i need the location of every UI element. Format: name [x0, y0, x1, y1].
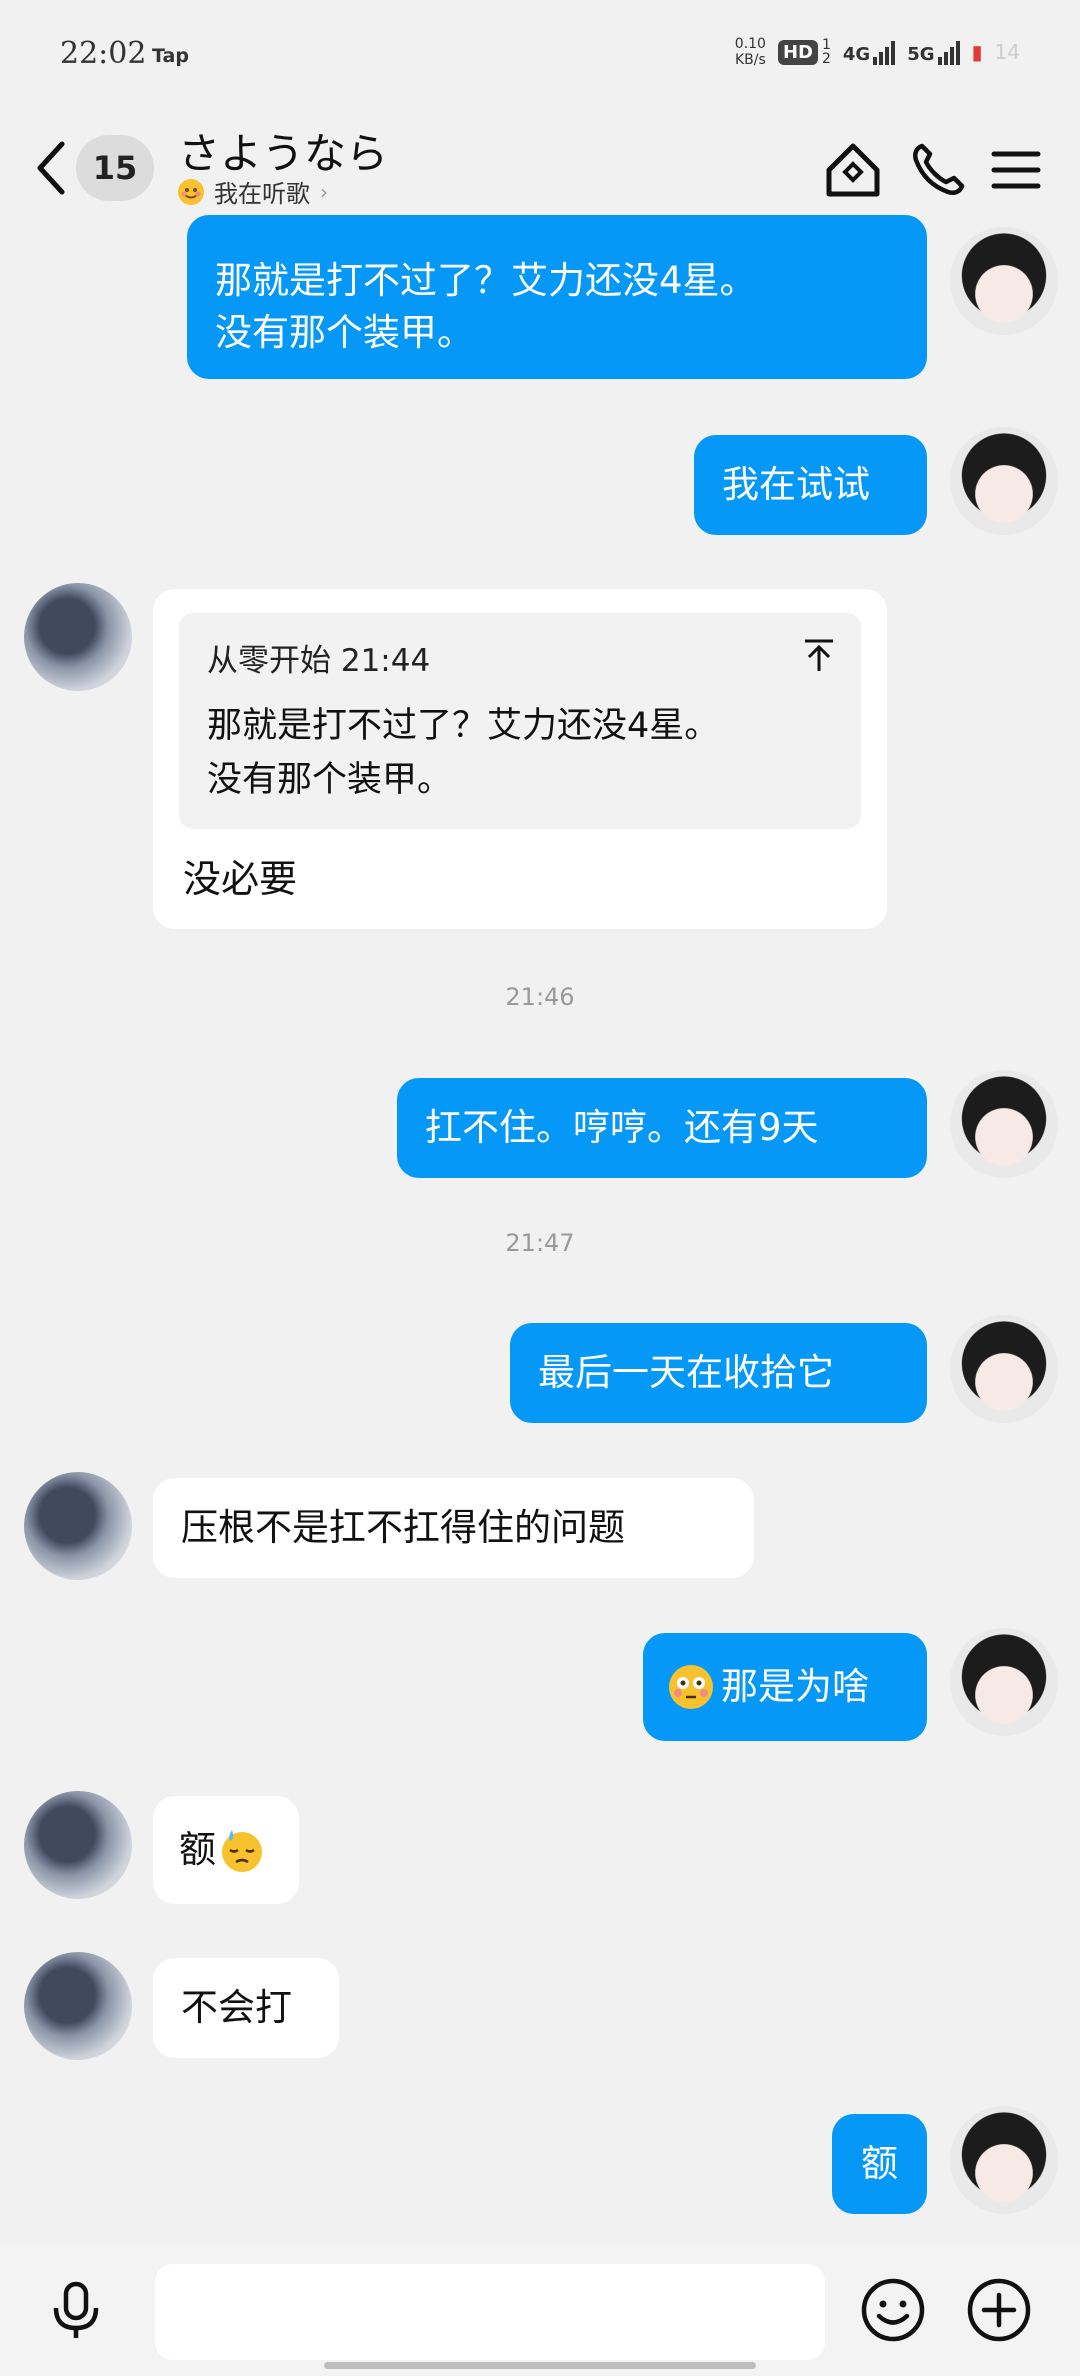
quoted-message[interactable]: 从零开始 21:44 那就是打不过了？艾力还没4星。 没有那个装甲。 [179, 613, 861, 829]
my-avatar[interactable] [950, 2106, 1058, 2214]
outgoing-message-bubble[interactable]: 最后一天在收拾它 [510, 1323, 927, 1423]
my-avatar[interactable] [950, 1315, 1058, 1423]
status-bar: 22:02 Tap 0.10 KB/s HD 12 4G 5G ▮ 14 [0, 0, 1080, 110]
sim1-signal-icon: 4G [843, 39, 896, 65]
chat-status[interactable]: 我在听歌 › [178, 174, 328, 209]
hd-sim-indicator: 12 [821, 37, 831, 67]
phone-icon[interactable] [908, 140, 968, 200]
my-avatar[interactable] [950, 1628, 1058, 1736]
home-diamond-icon[interactable] [823, 140, 883, 200]
status-icons: 0.10 KB/s HD 12 4G 5G ▮ 14 [735, 36, 1020, 68]
incoming-quote-reply-bubble[interactable]: 从零开始 21:44 那就是打不过了？艾力还没4星。 没有那个装甲。 没必要 [153, 589, 887, 929]
outgoing-message-bubble[interactable]: 那就是打不过了？艾力还没4星。 没有那个装甲。 [187, 215, 927, 379]
outgoing-message-bubble[interactable]: 那是为啥 [643, 1633, 927, 1741]
my-avatar[interactable] [950, 227, 1058, 335]
my-avatar[interactable] [950, 427, 1058, 535]
timestamp: 21:47 [505, 1229, 575, 1257]
outgoing-message-bubble[interactable]: 扛不住。哼哼。还有9天 [397, 1078, 927, 1178]
jump-to-quote-icon[interactable] [801, 637, 837, 673]
sim2-signal-icon: 5G [907, 39, 960, 65]
unread-count-badge[interactable]: 15 [76, 135, 154, 201]
outgoing-message-bubble[interactable]: 额 [832, 2114, 927, 2214]
outgoing-message-bubble[interactable]: 我在试试 [694, 435, 927, 535]
hd-voice-icon: HD [777, 39, 818, 65]
chat-status-text: 我在听歌 [214, 180, 310, 208]
emoji-smile-icon[interactable] [860, 2277, 926, 2343]
battery-low-icon: ▮ [971, 40, 983, 64]
incoming-message-bubble[interactable]: 不会打 [153, 1958, 339, 2058]
contact-avatar[interactable] [24, 583, 132, 691]
microphone-icon[interactable] [44, 2278, 108, 2342]
home-indicator[interactable] [324, 2362, 756, 2369]
chevron-right-icon: › [320, 179, 328, 204]
my-avatar[interactable] [950, 1070, 1058, 1178]
message-input[interactable] [155, 2264, 825, 2360]
reply-text: 没必要 [183, 857, 298, 901]
incoming-message-bubble[interactable]: 压根不是扛不扛得住的问题 [153, 1478, 754, 1578]
chat-title[interactable]: さようなら [178, 120, 388, 181]
incoming-message-bubble[interactable]: 额 [153, 1796, 299, 1904]
app-notification-badge: Tap [152, 45, 189, 67]
contact-avatar[interactable] [24, 1791, 132, 1899]
smiling-face-icon [178, 178, 204, 205]
network-speed: 0.10 KB/s [734, 36, 766, 68]
contact-avatar[interactable] [24, 1472, 132, 1580]
quoted-text: 那就是打不过了？艾力还没4星。 没有那个装甲。 [207, 706, 720, 800]
add-plus-icon[interactable] [966, 2277, 1032, 2343]
message-list[interactable]: 那就是打不过了？艾力还没4星。 没有那个装甲。 我在试试 从零开始 21:44 … [0, 215, 1080, 2245]
quoted-author-time: 从零开始 21:44 [207, 643, 431, 679]
battery-level: 14 [994, 40, 1020, 64]
composer-bar [0, 2245, 1080, 2376]
contact-avatar[interactable] [24, 1952, 132, 2060]
menu-icon[interactable] [986, 140, 1046, 200]
status-time: 22:02 [60, 36, 147, 71]
timestamp: 21:46 [505, 983, 575, 1011]
flushed-face-icon [669, 1665, 713, 1709]
back-chevron-icon[interactable] [32, 138, 72, 198]
downcast-sweat-face-icon [222, 1830, 262, 1872]
